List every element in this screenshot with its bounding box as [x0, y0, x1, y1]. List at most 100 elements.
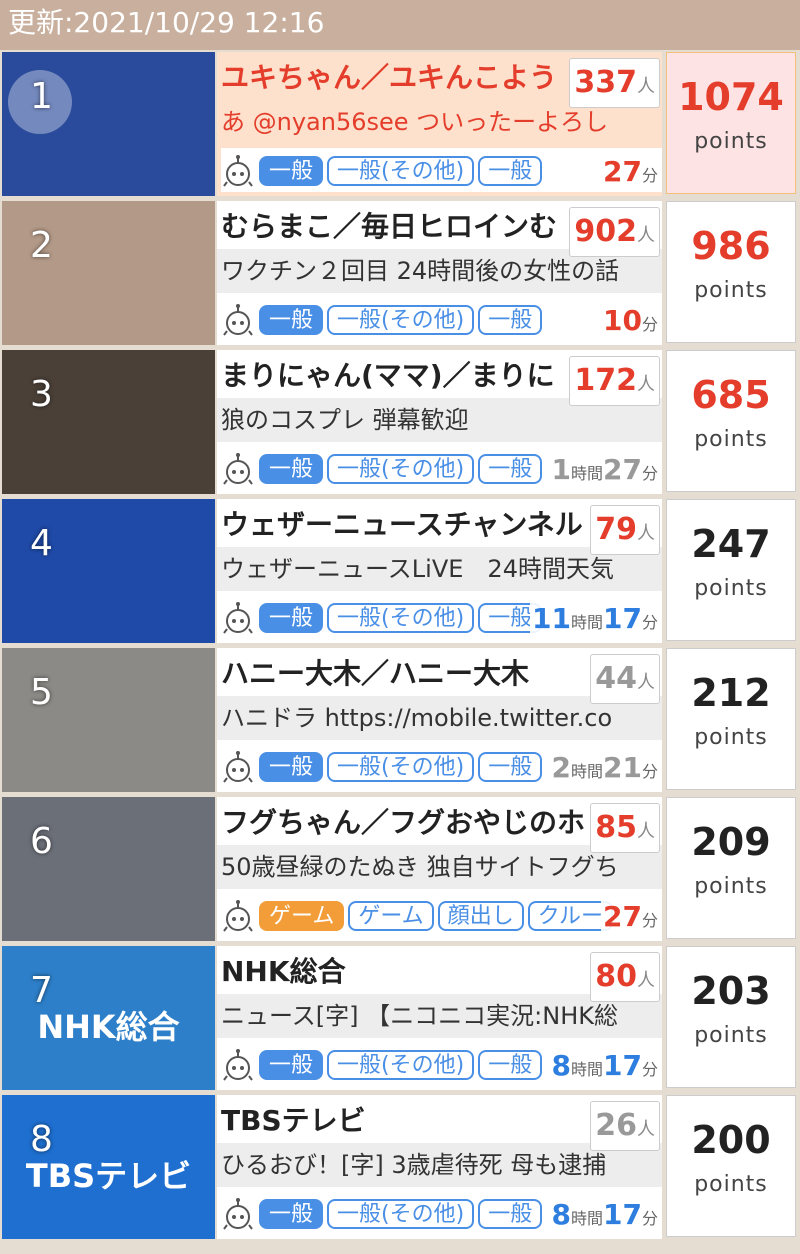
elapsed-time: 1時間27分 [549, 453, 658, 486]
viewer-unit: 人 [637, 225, 655, 246]
category-tag[interactable]: 一般 [259, 1199, 324, 1229]
viewer-number: 79 [595, 512, 637, 547]
viewer-unit: 人 [637, 374, 655, 395]
rank-number: 5 [30, 672, 53, 713]
stream-thumbnail[interactable]: 2 [2, 201, 215, 345]
points-value: 209 [691, 820, 771, 864]
ranking-row[interactable]: 3 まりにゃん(ママ)／まりに 狼のコスプレ 弾幕歓迎 172人 一般 一般(その… [0, 348, 800, 496]
stream-info[interactable]: ユキちゃん／ユキんこよう あ @nyan56see ついったーよろし 337人 … [217, 52, 662, 196]
stream-thumbnail[interactable]: NHK総合 7 [2, 946, 215, 1090]
category-tag[interactable]: 顔出し [437, 901, 524, 931]
elapsed-hours: 8 [551, 1049, 571, 1082]
points-value: 685 [691, 373, 771, 417]
ranking-row[interactable]: 6 フグちゃん／フグおやじのホ 50歳昼緑のたぬき 独自サイトフグち 85人 ゲ… [0, 795, 800, 943]
elapsed-minutes: 21 [603, 751, 642, 784]
minute-unit: 分 [641, 315, 658, 334]
stream-info[interactable]: NHK総合 ニュース[字] 【ニコニコ実況:NHK総 80人 一般 一般(その他)… [217, 946, 662, 1090]
category-tag[interactable]: 一般 [259, 603, 324, 633]
category-tag[interactable]: 一般 [478, 454, 543, 484]
ranking-row[interactable]: TBSテレビ 8 TBSテレビ ひるおび！[字] 3歳虐待死 母も逮捕 26人 … [0, 1093, 800, 1241]
viewer-unit: 人 [637, 523, 655, 544]
category-tag[interactable]: 一般(その他) [327, 603, 475, 633]
stream-thumbnail[interactable]: 1 [2, 52, 215, 196]
points-box: 685 points [666, 350, 796, 492]
stream-thumbnail[interactable]: 4 [2, 499, 215, 643]
category-tag[interactable]: 一般(その他) [327, 752, 475, 782]
category-tag[interactable]: 一般 [478, 305, 543, 335]
viewer-count: 44人 [590, 654, 660, 704]
stream-thumbnail[interactable]: 3 [2, 350, 215, 494]
viewer-count: 26人 [590, 1101, 660, 1151]
viewer-count: 85人 [590, 803, 660, 853]
category-tag[interactable]: 一般 [478, 156, 543, 186]
ranking-row[interactable]: 5 ハニー大木／ハニー大木 ハニドラ https://mobile.twitte… [0, 646, 800, 794]
category-tag[interactable]: 一般(その他) [327, 305, 475, 335]
category-tag[interactable]: 一般 [259, 1050, 324, 1080]
points-box: 209 points [666, 797, 796, 939]
viewer-count: 79人 [590, 505, 660, 555]
robot-icon [221, 601, 255, 635]
viewer-unit: 人 [637, 1119, 655, 1140]
elapsed-time: 10分 [601, 304, 658, 337]
elapsed-minutes: 17 [603, 602, 642, 635]
elapsed-minutes: 27 [603, 155, 642, 188]
rank-number: 1 [30, 76, 53, 117]
stream-info[interactable]: むらまこ／毎日ヒロインむ ワクチン２回目 24時間後の女性の話 902人 一般一… [217, 201, 662, 345]
category-tag[interactable]: 一般(その他) [327, 1199, 475, 1229]
stream-thumbnail[interactable]: 6 [2, 797, 215, 941]
stream-info[interactable]: フグちゃん／フグおやじのホ 50歳昼緑のたぬき 独自サイトフグち 85人 ゲーム… [217, 797, 662, 941]
robot-icon [221, 750, 255, 784]
viewer-count: 337人 [569, 58, 660, 108]
elapsed-time: 2時間21分 [549, 751, 658, 784]
rank-number: 3 [30, 374, 53, 415]
robot-icon [221, 899, 255, 933]
stream-info[interactable]: ウェザーニュースチャンネル ウェザーニュースLiVE 24時間天気 79人 一般… [217, 499, 662, 643]
rank-number: 6 [30, 821, 53, 862]
category-tag[interactable]: ゲーム [259, 901, 345, 931]
category-tag[interactable]: 一般 [478, 752, 543, 782]
category-tag[interactable]: 一般 [478, 1199, 543, 1229]
points-box: 200 points [666, 1095, 796, 1237]
elapsed-hours: 8 [551, 1198, 571, 1231]
stream-thumbnail[interactable]: TBSテレビ 8 [2, 1095, 215, 1239]
points-label: points [694, 427, 768, 452]
viewer-unit: 人 [637, 970, 655, 991]
tag-list: 一般 一般(その他) 一般 [221, 148, 662, 192]
ranking-row[interactable]: 2 むらまこ／毎日ヒロインむ ワクチン２回目 24時間後の女性の話 902人 一… [0, 199, 800, 347]
points-box: 247 points [666, 499, 796, 641]
points-value: 1074 [678, 75, 784, 119]
stream-info[interactable]: まりにゃん(ママ)／まりに 狼のコスプレ 弾幕歓迎 172人 一般 一般(その他)… [217, 350, 662, 494]
viewer-number: 902 [574, 214, 637, 249]
viewer-number: 172 [574, 363, 637, 398]
points-value: 203 [691, 969, 771, 1013]
category-tag[interactable]: 一般(その他) [327, 156, 475, 186]
stream-info[interactable]: TBSテレビ ひるおび！[字] 3歳虐待死 母も逮捕 26人 一般 一般(その他)… [217, 1095, 662, 1239]
elapsed-time: 8時間17分 [549, 1198, 658, 1231]
category-tag[interactable]: 一般(その他) [327, 454, 475, 484]
ranking-row[interactable]: NHK総合 7 NHK総合 ニュース[字] 【ニコニコ実況:NHK総 80人 一… [0, 944, 800, 1092]
elapsed-minutes: 17 [603, 1049, 642, 1082]
category-tag[interactable]: 一般 [259, 156, 324, 186]
category-tag[interactable]: 一般 [478, 1050, 543, 1080]
category-tag[interactable]: 一般 [259, 454, 324, 484]
category-tag[interactable]: ゲーム [348, 901, 434, 931]
hour-unit: 時間 [571, 613, 604, 632]
rank-number: 8 [30, 1119, 53, 1160]
category-tag[interactable]: 一般 [259, 305, 324, 335]
elapsed-time: 11時間17分 [530, 602, 658, 635]
category-tag[interactable]: 一般 [259, 752, 324, 782]
minute-unit: 分 [641, 1060, 658, 1079]
elapsed-minutes: 27 [603, 900, 642, 933]
elapsed-minutes: 17 [603, 1198, 642, 1231]
elapsed-minutes: 27 [603, 453, 642, 486]
viewer-number: 80 [595, 959, 637, 994]
stream-info[interactable]: ハニー大木／ハニー大木 ハニドラ https://mobile.twitter.… [217, 648, 662, 792]
ranking-row[interactable]: 1 ユキちゃん／ユキんこよう あ @nyan56see ついったーよろし 337… [0, 50, 800, 198]
category-tag[interactable]: 一般(その他) [327, 1050, 475, 1080]
points-value: 200 [691, 1118, 771, 1162]
elapsed-hours: 1 [551, 453, 571, 486]
ranking-row[interactable]: 4 ウェザーニュースチャンネル ウェザーニュースLiVE 24時間天気 79人 … [0, 497, 800, 645]
points-value: 247 [691, 522, 771, 566]
stream-thumbnail[interactable]: 5 [2, 648, 215, 792]
rank-number: 2 [30, 225, 53, 266]
